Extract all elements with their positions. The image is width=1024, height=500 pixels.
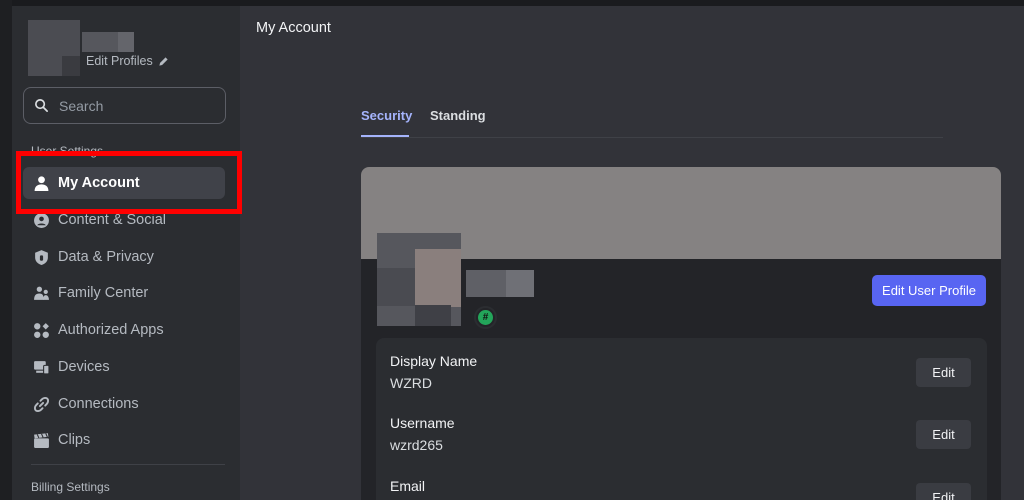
- family-icon: [34, 286, 49, 300]
- sidebar-divider: [31, 464, 225, 465]
- link-icon: [33, 396, 50, 412]
- sidebar-item-label: Connections: [58, 396, 139, 412]
- highlight-annotation: [16, 151, 242, 214]
- apps-icon: [34, 322, 49, 338]
- username-value: wzrd265: [390, 437, 443, 453]
- edit-username-button[interactable]: Edit: [916, 420, 971, 449]
- account-info-panel: Display Name WZRD Edit Username wzrd265 …: [376, 338, 987, 500]
- profile-name-redacted: [82, 32, 134, 52]
- shield-icon: [35, 249, 48, 265]
- account-tabs: Security Standing: [361, 108, 943, 138]
- tab-security[interactable]: Security: [361, 108, 412, 123]
- edit-user-profile-button[interactable]: Edit User Profile: [872, 275, 986, 306]
- page-title: My Account: [256, 20, 331, 36]
- sidebar-item-label: Data & Privacy: [58, 249, 154, 265]
- sidebar-item-label: Family Center: [58, 285, 149, 301]
- edit-display-name-button[interactable]: Edit: [916, 358, 971, 387]
- sidebar-item-family-center[interactable]: Family Center: [23, 277, 225, 309]
- sidebar-item-data-privacy[interactable]: Data & Privacy: [23, 241, 225, 273]
- clapperboard-icon: [34, 432, 49, 448]
- devices-icon: [34, 360, 50, 374]
- search-box[interactable]: [23, 87, 226, 124]
- settings-sidebar: Edit Profiles User Settings My Account C…: [12, 6, 240, 500]
- hashtag-icon: #: [478, 310, 493, 325]
- billing-settings-header: Billing Settings: [31, 480, 110, 494]
- avatar: [28, 20, 80, 76]
- edit-profiles-link[interactable]: Edit Profiles: [86, 54, 169, 68]
- sidebar-item-connections[interactable]: Connections: [23, 388, 225, 420]
- server-list-strip: [0, 0, 12, 500]
- profile-avatar: [377, 233, 461, 326]
- tab-active-indicator: [361, 135, 409, 137]
- content-social-icon: [34, 212, 49, 228]
- display-name-value: WZRD: [390, 375, 432, 391]
- sidebar-item-authorized-apps[interactable]: Authorized Apps: [23, 314, 225, 346]
- profile-block: Edit Profiles: [28, 20, 228, 80]
- display-name-label: Display Name: [390, 353, 478, 369]
- edit-email-button[interactable]: Edit: [916, 483, 971, 500]
- sidebar-item-label: Clips: [58, 432, 91, 448]
- search-icon: [35, 99, 48, 112]
- username-label: Username: [390, 415, 455, 431]
- email-label: Email: [390, 478, 426, 494]
- profile-card: # Edit User Profile Display Name WZRD Ed…: [361, 167, 1001, 500]
- sidebar-item-clips[interactable]: Clips: [23, 424, 225, 456]
- pencil-icon: [159, 56, 168, 66]
- edit-profiles-label: Edit Profiles: [86, 54, 153, 68]
- sidebar-item-label: Authorized Apps: [58, 322, 164, 338]
- tab-standing[interactable]: Standing: [430, 108, 486, 123]
- search-input[interactable]: [59, 97, 209, 114]
- sidebar-item-devices[interactable]: Devices: [23, 351, 225, 383]
- sidebar-item-label: Content & Social: [58, 212, 167, 228]
- profile-username-redacted: [466, 270, 534, 297]
- sidebar-item-label: Devices: [58, 359, 110, 375]
- status-badge: #: [474, 306, 497, 329]
